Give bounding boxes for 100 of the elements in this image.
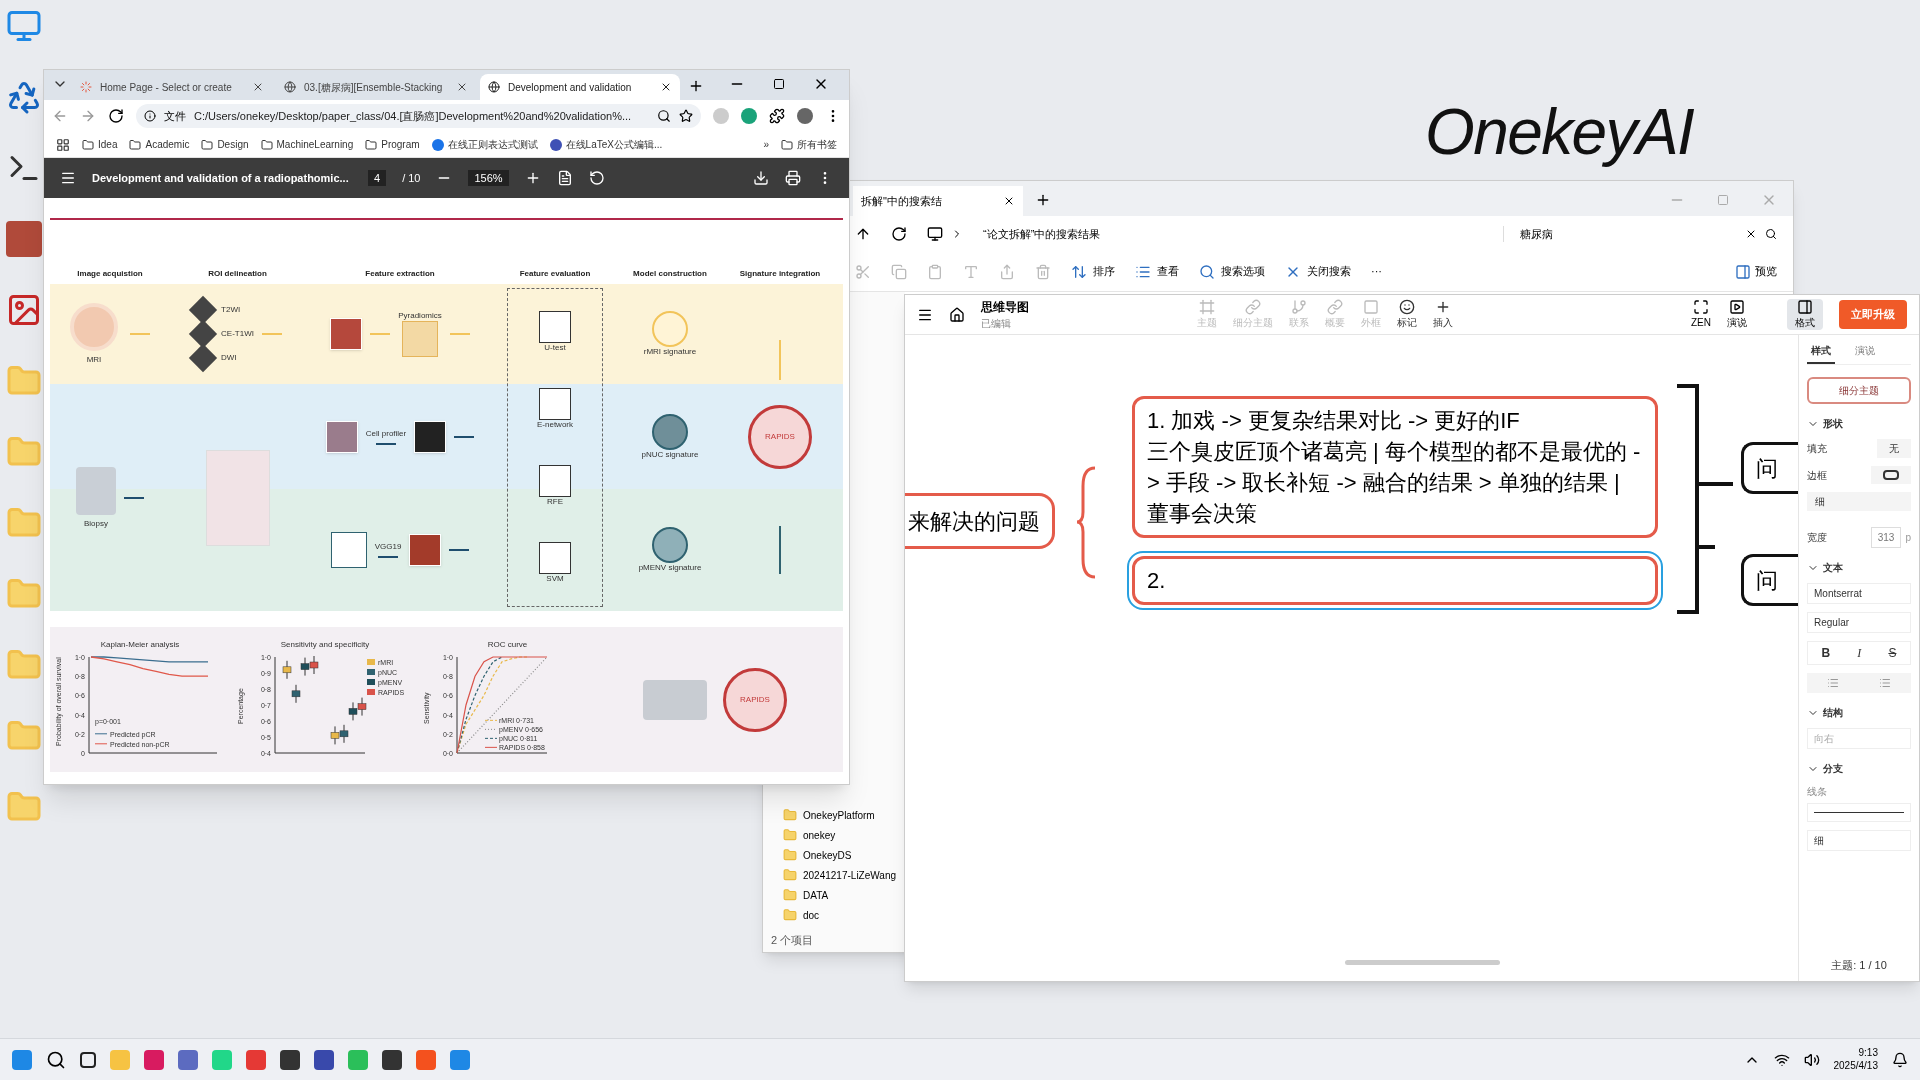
bold-button[interactable]: B <box>1821 644 1831 662</box>
page-number-field[interactable]: 4 <box>368 169 387 187</box>
connector-line <box>779 340 781 380</box>
close-icon[interactable] <box>456 81 468 93</box>
search-field[interactable]: 糖尿病 <box>1503 225 1777 243</box>
image-thumbnail-icon[interactable] <box>6 221 42 257</box>
toolbar-button[interactable]: ZEN <box>1691 299 1711 330</box>
toolbar-button[interactable]: 搜索选项 <box>1199 263 1265 280</box>
breadcrumb-text[interactable]: “论文拆解”中的搜索结果 <box>983 225 1483 243</box>
bookmark-item[interactable]: MachineLearning <box>260 137 354 152</box>
strikethrough-button[interactable]: S <box>1888 644 1897 662</box>
toolbar-button[interactable]: 排序 <box>1071 263 1115 280</box>
folder-item[interactable]: 20241217-LiZeWang <box>783 867 905 883</box>
app-icon[interactable] <box>280 1049 300 1070</box>
search-icon[interactable] <box>1765 228 1777 240</box>
preview-button[interactable]: 预览 <box>1735 263 1777 280</box>
align-right-icon[interactable] <box>1879 677 1891 689</box>
new-tab-icon[interactable] <box>1035 192 1051 208</box>
browser-tab[interactable]: 03.[糖尿病][Ensemble-Stacking <box>276 74 476 100</box>
tool-icon <box>1327 299 1343 315</box>
reload-icon[interactable] <box>108 108 124 124</box>
clear-icon[interactable] <box>1745 228 1757 240</box>
notification-icon[interactable] <box>1892 1051 1908 1068</box>
tool-label: Pyradiomics <box>398 311 442 321</box>
bookmark-item[interactable]: Idea <box>82 137 118 152</box>
close-icon[interactable] <box>252 81 264 93</box>
topic-style-button[interactable]: 细分主题 <box>1807 377 1911 404</box>
volume-icon[interactable] <box>1803 1051 1820 1068</box>
extensions-icon[interactable] <box>769 108 785 124</box>
address-bar[interactable]: 文件 C:/Users/onekey/Desktop/paper_class/04.[直肠癌]Development%20and%20validation%... <box>136 104 701 128</box>
bookmark-star-icon[interactable] <box>679 109 693 123</box>
all-bookmarks-item[interactable]: 所有书签 <box>781 137 837 152</box>
line-weight-dropdown[interactable]: 细 <box>1807 830 1911 851</box>
refresh-icon[interactable] <box>891 226 907 242</box>
align-left-icon[interactable] <box>1827 677 1839 689</box>
line-style-dropdown[interactable] <box>1807 803 1911 822</box>
new-tab-icon[interactable] <box>688 78 704 94</box>
zoom-field[interactable]: 156% <box>468 169 509 187</box>
overflow-chevron[interactable]: » <box>763 137 769 152</box>
root-topic[interactable]: 来解决的问题 <box>905 493 1055 549</box>
close-icon[interactable] <box>660 81 672 93</box>
panel-tab[interactable]: 演说 <box>1851 343 1879 364</box>
format-button[interactable]: 格式 <box>1787 299 1823 330</box>
site-icon <box>431 138 444 151</box>
topic-node[interactable]: 2. <box>1127 551 1663 610</box>
fit-page-icon[interactable] <box>556 170 573 186</box>
folder-item[interactable]: DATA <box>783 887 905 903</box>
print-icon[interactable] <box>785 170 801 186</box>
panel-tab[interactable]: 样式 <box>1807 343 1835 364</box>
tab-title: 03.[糖尿病][Ensemble-Stacking <box>304 80 444 95</box>
monitor-icon[interactable] <box>6 8 42 44</box>
bookmark-item[interactable]: Academic <box>129 137 190 152</box>
box-plot-marker <box>357 696 367 716</box>
folder-item[interactable]: onekey <box>783 827 905 843</box>
more-button[interactable]: ··· <box>1371 263 1382 280</box>
search-icon[interactable] <box>46 1049 66 1070</box>
weight-dropdown[interactable]: 细 <box>1807 492 1911 511</box>
scrollbar-thumb[interactable] <box>1345 960 1500 965</box>
browser-tab[interactable]: Home Page - Select or create <box>72 74 272 100</box>
font-weight-dropdown[interactable]: Regular <box>1807 612 1911 633</box>
toolbar-button[interactable]: 标记 <box>1397 299 1417 330</box>
task-view-icon[interactable] <box>80 1051 96 1068</box>
italic-button[interactable]: I <box>1857 644 1862 662</box>
browser-tab[interactable]: Development and validation <box>480 74 680 100</box>
app-icon[interactable] <box>314 1049 334 1070</box>
folder-item[interactable]: OnekeyPlatform <box>783 807 905 823</box>
maximize-icon[interactable] <box>773 78 785 90</box>
toolbar-button[interactable]: 插入 <box>1433 299 1453 330</box>
border-dropdown[interactable] <box>1871 466 1911 484</box>
toolbar-button[interactable]: 关闭搜索 <box>1285 263 1351 280</box>
home-icon[interactable] <box>949 306 965 323</box>
folder-item[interactable]: doc <box>783 907 905 923</box>
bookmark-item[interactable]: 在线正则表达式测试 <box>431 137 538 152</box>
app-icon[interactable] <box>6 292 42 328</box>
zoom-icon[interactable] <box>657 109 671 123</box>
fill-dropdown[interactable]: 无 <box>1877 439 1911 458</box>
forward-icon[interactable] <box>80 108 96 124</box>
bookmark-item[interactable]: 在线LaTeX公式编辑... <box>549 137 663 152</box>
tool-icon <box>1199 299 1215 315</box>
font-dropdown[interactable]: Montserrat <box>1807 583 1911 604</box>
bookmark-item[interactable]: Design <box>201 137 249 152</box>
save-status: 已编辑 <box>981 317 1012 331</box>
folder-item[interactable]: OnekeyDS <box>783 847 905 863</box>
download-icon[interactable] <box>753 170 769 186</box>
profile-avatar[interactable] <box>797 108 813 124</box>
menu-icon[interactable] <box>60 170 76 186</box>
extension-icon[interactable] <box>741 108 757 124</box>
recycle-bin-icon[interactable] <box>6 79 42 115</box>
explorer-tab[interactable]: 拆解"中的搜索结 <box>853 186 1023 216</box>
toolbar-button[interactable]: 演说 <box>1727 299 1747 330</box>
apps-icon[interactable] <box>56 137 70 152</box>
toolbar-button[interactable]: 查看 <box>1135 263 1179 280</box>
app-icon[interactable] <box>382 1049 402 1070</box>
close-icon[interactable] <box>1003 195 1015 207</box>
up-icon[interactable] <box>855 226 871 242</box>
bookmark-item[interactable]: Program <box>365 137 420 152</box>
method-plot-icon <box>539 310 571 343</box>
back-icon[interactable] <box>52 108 68 124</box>
width-field[interactable]: 313 <box>1870 527 1902 548</box>
rotate-icon[interactable] <box>588 170 605 186</box>
